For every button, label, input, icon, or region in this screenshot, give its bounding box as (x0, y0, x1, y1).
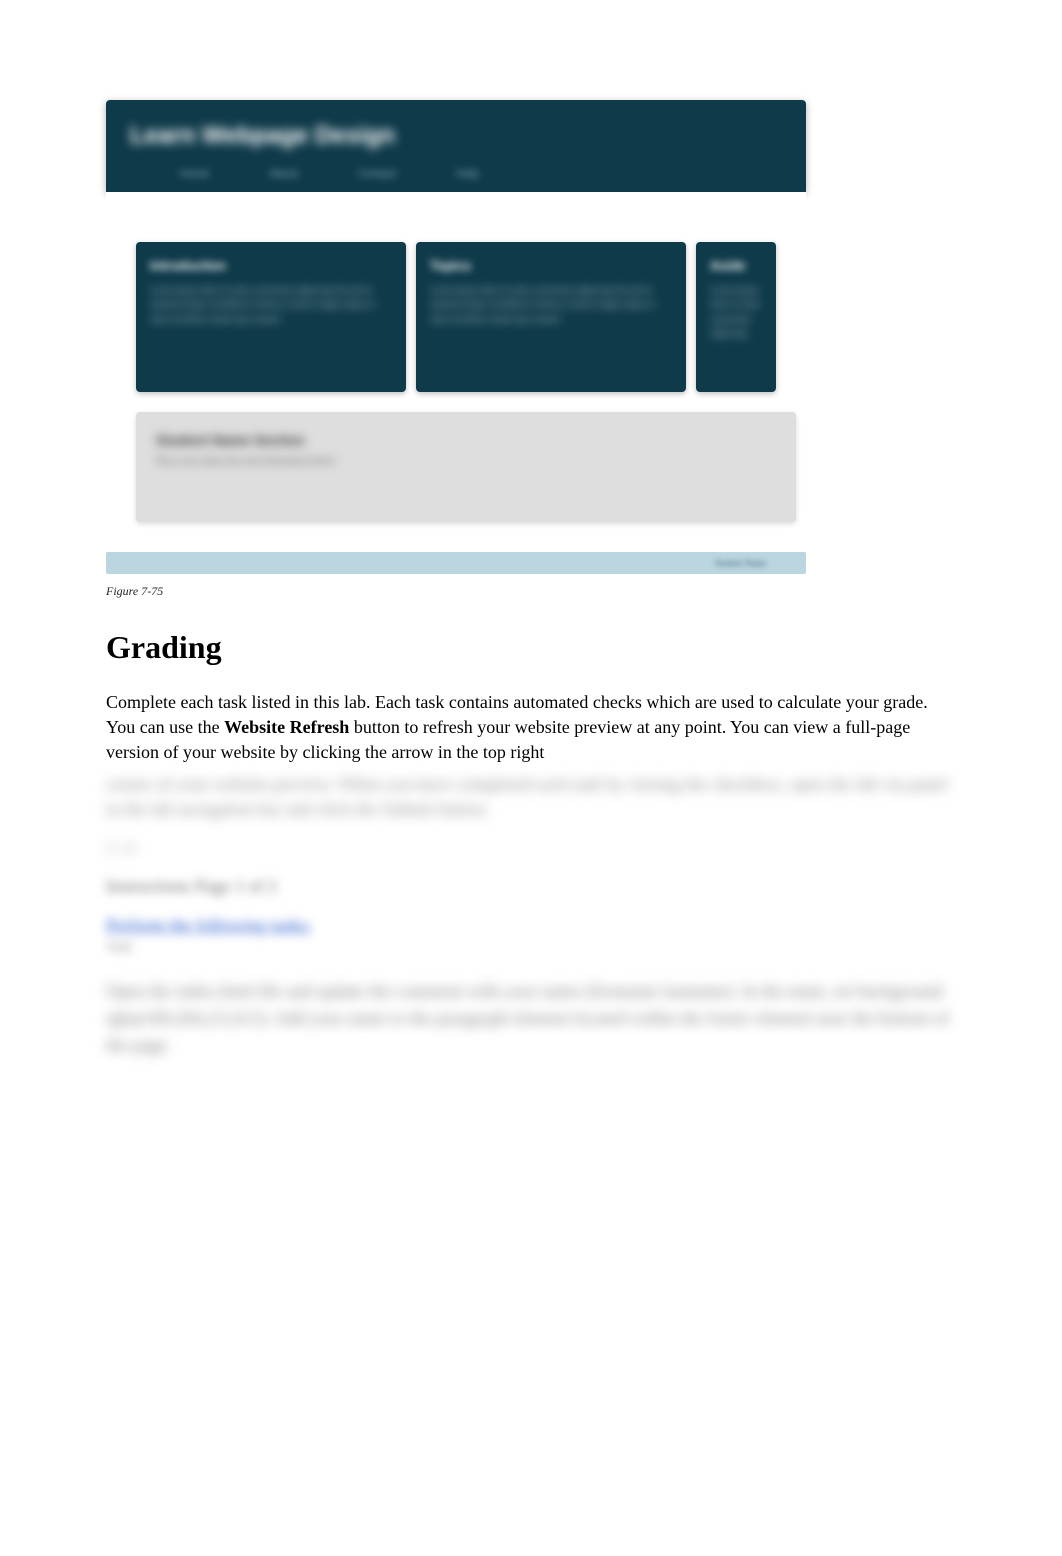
website-preview: Learn Webpage Design Home About Contact … (106, 100, 806, 574)
card-body: Lorem ipsum dolor sit amet consectetur a… (710, 283, 762, 341)
site-title: Learn Webpage Design (130, 122, 782, 150)
card-introduction: Introduction Lorem ipsum dolor sit amet … (136, 242, 406, 392)
cards-row: Introduction Lorem ipsum dolor sit amet … (106, 242, 806, 392)
grading-paragraph-blurred: corner of your website preview. When you… (106, 772, 956, 822)
grading-paragraph: Complete each task listed in this lab. E… (106, 690, 956, 766)
card-body: Lorem ipsum dolor sit amet consectetur a… (150, 283, 392, 326)
card-body: Lorem ipsum dolor sit amet consectetur a… (430, 283, 672, 326)
website-refresh-bold: Website Refresh (224, 717, 349, 737)
task-body: Open the index.html file and update the … (106, 978, 956, 1059)
instructions-page-label: Instructions Page 1 of 2 (106, 876, 956, 897)
panel-body: Place your name here and information bel… (156, 456, 776, 467)
task-sublabel: Task (106, 940, 956, 956)
figure-caption: Figure 7-75 (106, 584, 956, 599)
step-counter: 1 / 2 (106, 840, 956, 858)
footer-text: Student Name (715, 558, 766, 568)
card-title: Topics (430, 258, 672, 273)
panel-title: Student Name Section (156, 432, 776, 448)
card-title: Introduction (150, 258, 392, 273)
card-topics: Topics Lorem ipsum dolor sit amet consec… (416, 242, 686, 392)
student-name-panel: Student Name Section Place your name her… (136, 412, 796, 522)
nav-row: Home About Contact Help (130, 168, 782, 180)
grading-heading: Grading (106, 629, 956, 666)
nav-item[interactable]: Help (456, 168, 479, 180)
nav-item[interactable]: About (269, 168, 298, 180)
card-title: Aside (710, 258, 762, 273)
preview-footer: Student Name (106, 552, 806, 574)
nav-item[interactable]: Contact (358, 168, 396, 180)
site-header: Learn Webpage Design Home About Contact … (106, 100, 806, 192)
nav-item[interactable]: Home (180, 168, 209, 180)
card-aside: Aside Lorem ipsum dolor sit amet consect… (696, 242, 776, 392)
task-link[interactable]: Perform the following tasks: (106, 915, 956, 936)
